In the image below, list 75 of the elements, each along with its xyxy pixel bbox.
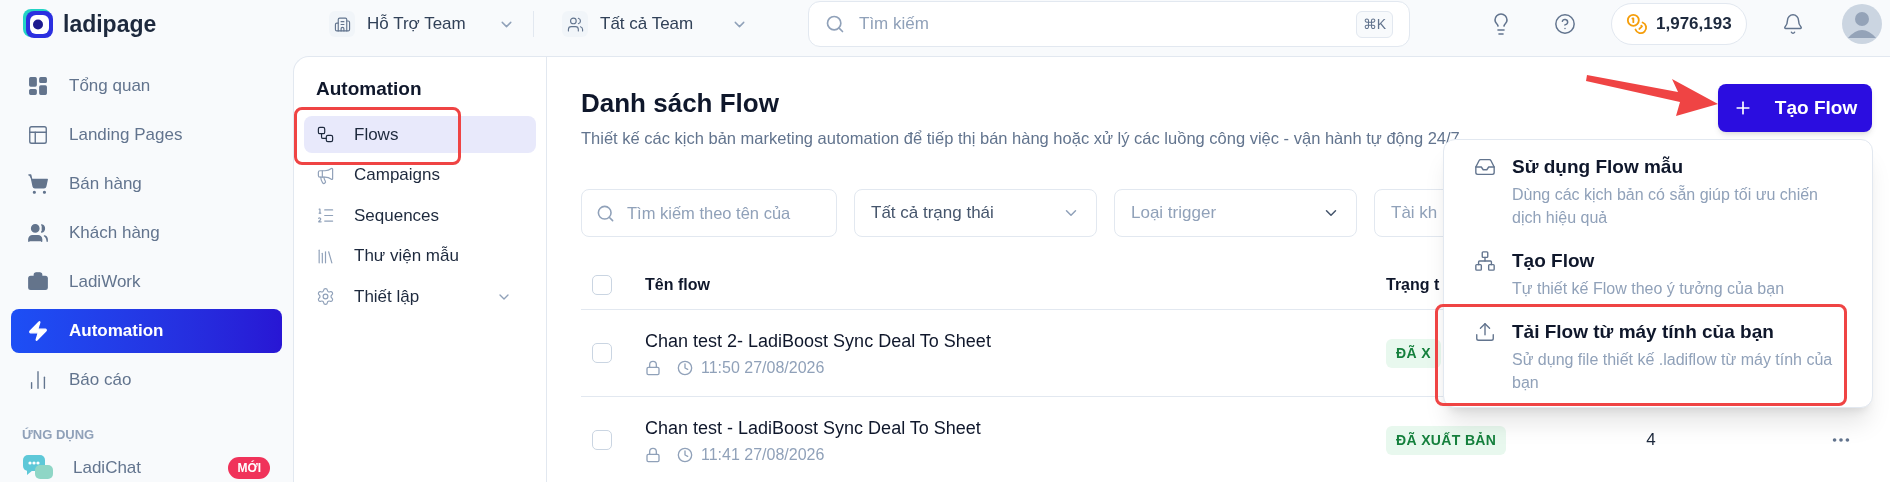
menu-item[interactable]: Sử dụng Flow mẫu Dùng các kịch bản có sẵn giúp tối ưu chiến dịch hiệu quả — [1444, 145, 1872, 239]
status-badge: ĐÃ X — [1386, 338, 1441, 368]
sidebar-item[interactable]: Bán hàng — [11, 162, 282, 206]
team-selector[interactable]: Tất cả Team — [562, 11, 748, 37]
search-field[interactable]: Tìm kiếm theo tên của — [581, 189, 837, 237]
updated-time: 11:50 27/08/2026 — [701, 357, 825, 378]
column-header: Tên flow — [645, 274, 711, 295]
help-icon[interactable] — [1554, 13, 1576, 35]
submenu-title: Automation — [316, 77, 423, 100]
section-label: ỨNG DỤNG — [22, 426, 96, 444]
menu-item[interactable]: Tải Flow từ máy tính của bạn Sử dụng file thiết kế .ladiflow từ máy tính của bạn — [1444, 310, 1872, 404]
numbered-list-icon — [316, 206, 335, 225]
submenu-item[interactable]: Thư viện mẫu — [304, 237, 536, 275]
new-badge: MỚI — [228, 456, 270, 479]
submenu-item[interactable]: Flows — [304, 116, 536, 153]
menu-item[interactable]: Tạo Flow Tự thiết kế Flow theo ý tưởng của bạn — [1444, 239, 1872, 310]
submenu-item[interactable]: Thiết lập — [304, 278, 536, 315]
menu-item-description: Dùng các kịch bản có sẵn giúp tối ưu chiến dịch hiệu quả — [1512, 184, 1819, 228]
checkbox[interactable] — [592, 343, 612, 363]
flow-name[interactable]: Chan test 2- LadiBoost Sync Deal To Sheet — [645, 328, 1386, 353]
page-title: Danh sách Flow — [581, 88, 780, 118]
clock-icon — [677, 446, 693, 463]
search-input[interactable]: Tìm kiếm — [859, 11, 1342, 37]
brand-name: ladipage — [63, 9, 157, 39]
sidebar-item[interactable]: Tổng quan — [11, 64, 282, 108]
sidebar-item[interactable]: Khách hàng — [11, 211, 282, 255]
sidebar-item[interactable]: LadiChat MỚI — [11, 453, 282, 482]
workflow-icon — [316, 125, 335, 144]
users-icon — [562, 11, 588, 37]
sidebar-item[interactable]: Landing Pages — [11, 113, 282, 157]
updated-time: 11:41 27/08/2026 — [701, 444, 825, 465]
inbox-icon — [1474, 156, 1496, 178]
column-header: Trạng t — [1386, 274, 1440, 295]
flow-name[interactable]: Chan test - LadiBoost Sync Deal To Sheet — [645, 415, 1386, 440]
dashboard-icon — [27, 75, 49, 97]
menu-item-title: Tạo Flow — [1512, 249, 1596, 273]
submenu-item[interactable]: Campaigns — [304, 156, 536, 194]
upload-icon — [1474, 321, 1496, 343]
search-field[interactable]: Tìm kiếm ⌘K — [808, 1, 1410, 47]
megaphone-icon — [316, 165, 335, 185]
bell-icon[interactable] — [1781, 13, 1804, 35]
menu-item-description: Tự thiết kế Flow theo ý tưởng của bạn — [1512, 279, 1786, 299]
briefcase-icon — [27, 271, 49, 293]
lightning-icon — [27, 320, 49, 342]
layout-icon — [27, 124, 49, 146]
credits-pill[interactable]: 1,976,193 — [1611, 3, 1747, 45]
cart-icon — [27, 173, 49, 195]
users-icon — [27, 222, 49, 244]
sidebar-item[interactable]: Báo cáo — [11, 358, 282, 402]
settings-icon — [316, 287, 335, 306]
clock-icon — [677, 359, 693, 376]
sitemap-icon — [1474, 250, 1496, 272]
create-flow-button[interactable]: Tạo Flow — [1718, 84, 1872, 132]
lock-icon — [645, 359, 661, 376]
shortcut-key: ⌘K — [1355, 10, 1393, 38]
status-badge: ĐÃ XUẤT BẢN — [1386, 425, 1507, 455]
sidebar-item[interactable]: LadiWork — [11, 260, 282, 304]
table-cell-text: 4 — [1646, 429, 1656, 452]
submenu-item[interactable]: Sequences — [304, 197, 536, 234]
checkbox[interactable] — [592, 430, 612, 450]
logo-icon — [21, 7, 55, 41]
coins-icon — [1626, 13, 1648, 35]
lock-icon — [645, 446, 661, 463]
sidebar-item[interactable]: Automation — [11, 309, 282, 353]
avatar[interactable] — [1841, 4, 1882, 44]
menu-item-description: Sử dụng file thiết kế .ladiflow từ máy tính của bạn — [1512, 350, 1834, 393]
search-icon — [596, 203, 615, 223]
filter-dropdown[interactable]: Tất cả trạng thái — [854, 189, 1097, 237]
checkbox[interactable] — [592, 274, 612, 295]
team-selector[interactable]: Hỗ Trợ Team — [329, 11, 515, 37]
menu-item-title: Sử dụng Flow mẫu — [1512, 155, 1685, 179]
menu-item-title: Tải Flow từ máy tính của bạn — [1512, 320, 1775, 344]
building-icon — [329, 11, 355, 37]
search-input[interactable]: Tìm kiếm theo tên của — [627, 200, 822, 226]
search-icon — [825, 14, 845, 34]
